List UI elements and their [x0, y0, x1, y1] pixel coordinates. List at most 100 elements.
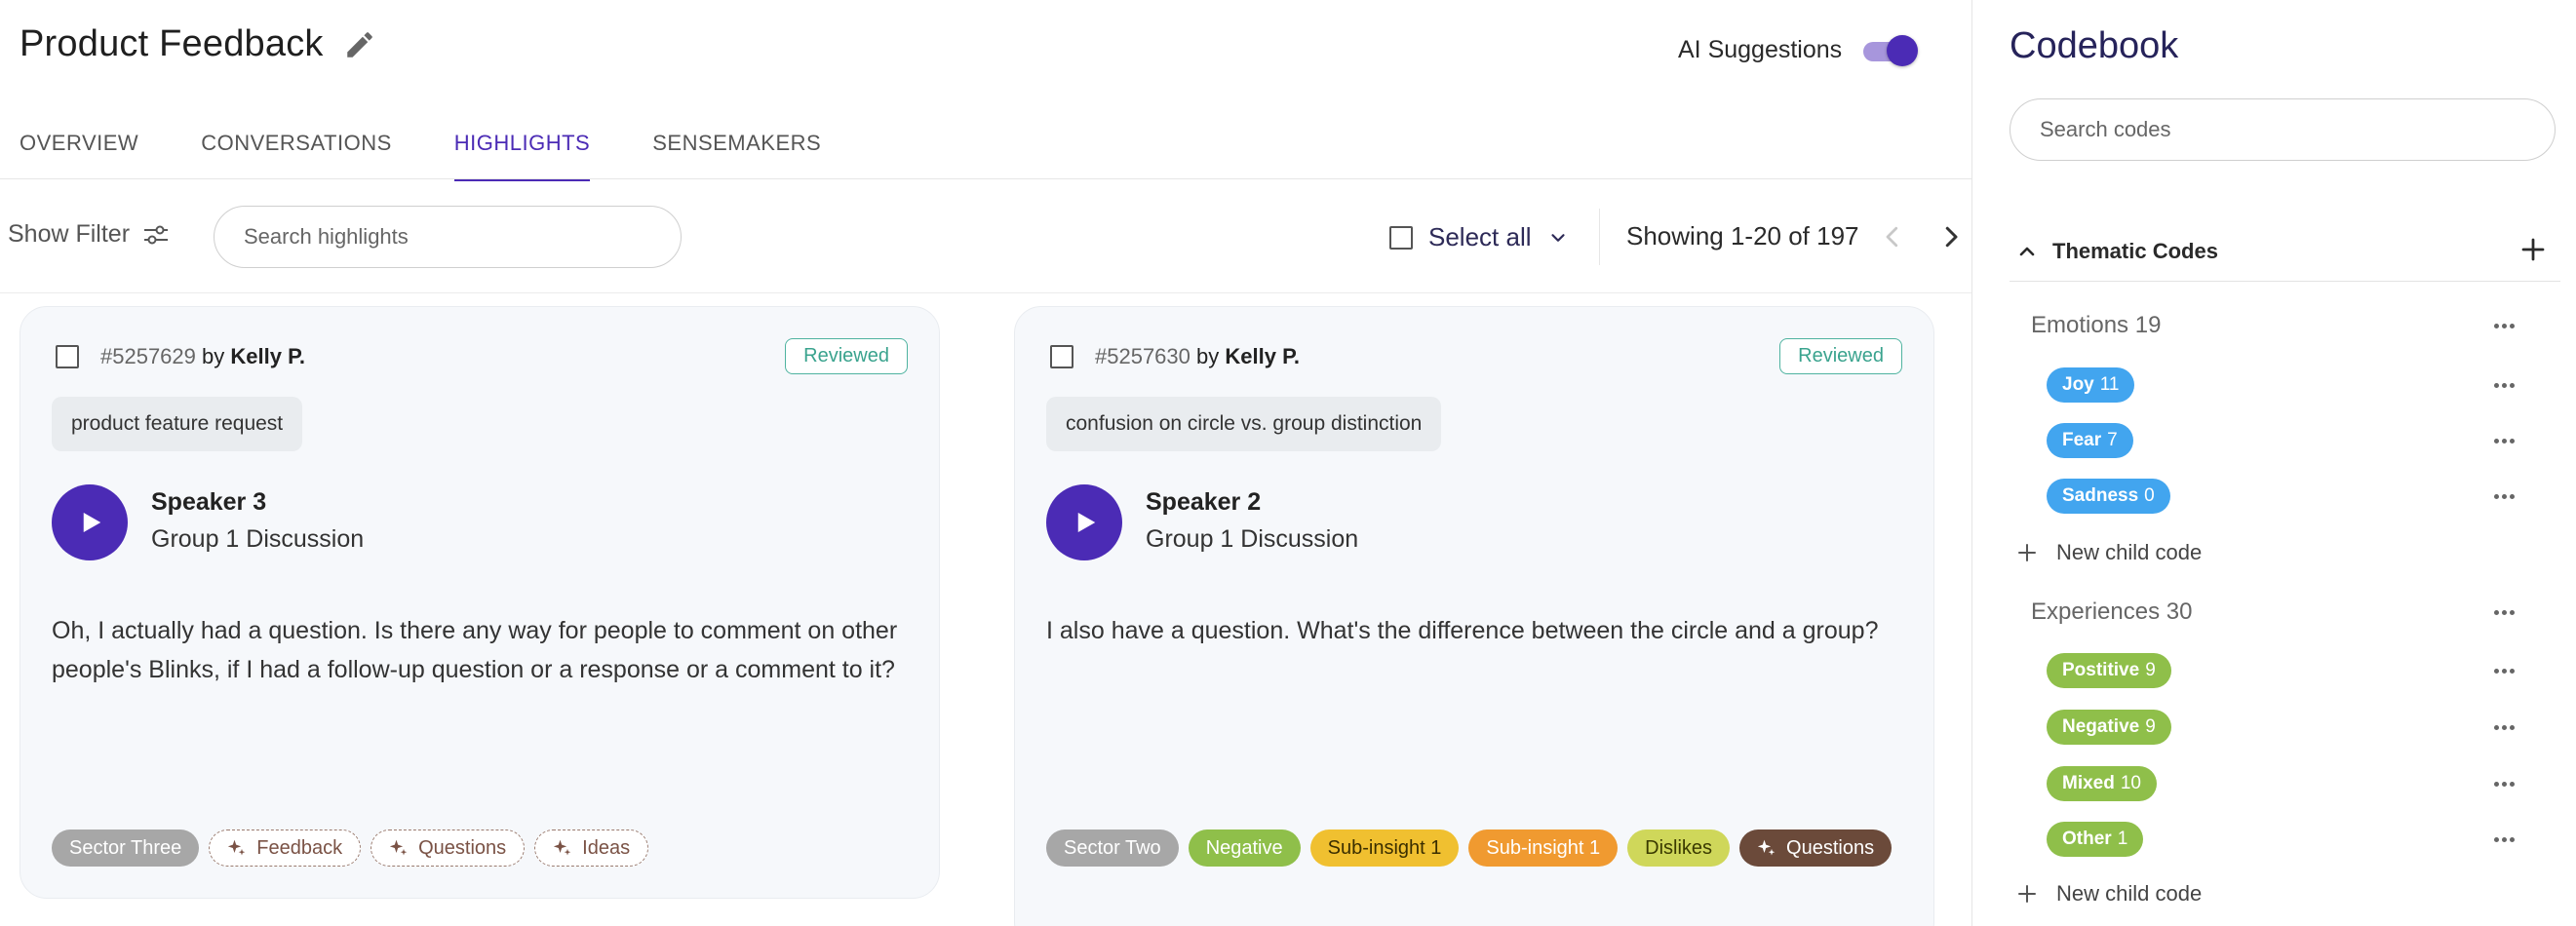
code-count: 1 [2117, 829, 2128, 849]
highlight-author: Kelly P. [230, 344, 306, 368]
more-options-icon[interactable] [2489, 830, 2518, 849]
code-chip-positive[interactable]: Postitive 9 [2047, 653, 2171, 688]
sparkle-icon [228, 839, 246, 856]
tag-label: Dislikes [1645, 836, 1713, 859]
ai-tag[interactable]: Feedback [209, 830, 362, 867]
code-chip-sadness[interactable]: Sadness 0 [2047, 479, 2170, 514]
filter-sliders-icon [144, 225, 169, 244]
tag-row: Sector Two Negative Sub-insight 1 Sub-in… [1046, 830, 1904, 867]
tag-label: Sector Two [1064, 836, 1161, 859]
code-group-count: 19 [2134, 312, 2162, 338]
more-options-icon[interactable] [2489, 316, 2518, 335]
highlight-card[interactable]: #5257629 by Kelly P. Reviewed product fe… [20, 306, 940, 899]
toolbar-bottom-divider [0, 292, 1971, 293]
title-row: Product Feedback [20, 23, 378, 65]
tab-highlights[interactable]: HIGHLIGHTS [453, 111, 591, 181]
highlight-text: I also have a question. What's the diffe… [1046, 617, 1879, 644]
play-button[interactable] [52, 484, 128, 560]
card-header: #5257630 by Kelly P. [1050, 344, 1300, 369]
more-options-icon[interactable] [2489, 774, 2518, 793]
code-count: 9 [2145, 660, 2156, 680]
highlight-meta: #5257630 by Kelly P. [1095, 344, 1300, 369]
sparkle-icon [389, 839, 408, 856]
code-group-emotions[interactable]: Emotions 19 [2031, 312, 2161, 339]
ai-suggestions-label: AI Suggestions [1678, 35, 1843, 63]
more-options-icon[interactable] [2489, 602, 2518, 622]
thematic-codes-header[interactable]: Thematic Codes [2015, 227, 2561, 276]
code-chip-other[interactable]: Other 1 [2047, 822, 2144, 857]
next-page-button[interactable] [1936, 222, 1966, 251]
tag-label: Feedback [256, 836, 343, 859]
chevron-right-icon [1945, 226, 1958, 248]
previous-page-button[interactable] [1878, 222, 1907, 251]
more-options-icon[interactable] [2489, 486, 2518, 506]
code-group-name: Emotions [2031, 312, 2129, 338]
ai-tag[interactable]: Questions [371, 830, 526, 867]
code-name: Fear [2062, 430, 2102, 450]
chevron-left-icon [1886, 226, 1898, 248]
code-chip-mixed[interactable]: Mixed 10 [2047, 766, 2157, 801]
code-name: Other [2062, 829, 2112, 849]
more-options-icon[interactable] [2489, 431, 2518, 450]
ai-suggestions-control: AI Suggestions [1678, 33, 1920, 66]
chevron-down-icon[interactable] [1547, 227, 1569, 249]
tag[interactable]: Sector Three [52, 830, 200, 867]
tab-sensemakers[interactable]: SENSEMAKERS [652, 111, 821, 179]
code-group-count: 30 [2166, 598, 2193, 625]
highlight-card[interactable]: #5257630 by Kelly P. Reviewed confusion … [1014, 306, 1934, 926]
code-chip-negative[interactable]: Negative 9 [2047, 710, 2171, 745]
select-all-control[interactable]: Select all [1389, 222, 1569, 252]
select-all-label: Select all [1428, 222, 1532, 251]
play-button[interactable] [1046, 484, 1122, 560]
new-child-code-button[interactable]: New child code [2015, 881, 2202, 907]
more-options-icon[interactable] [2489, 661, 2518, 680]
tag[interactable]: Negative [1188, 830, 1301, 867]
code-name: Sadness [2062, 485, 2139, 506]
more-options-icon[interactable] [2489, 375, 2518, 395]
select-all-checkbox[interactable] [1389, 225, 1413, 250]
search-highlights-input[interactable] [214, 206, 682, 268]
topic-chip: confusion on circle vs. group distinctio… [1046, 397, 1442, 451]
tag[interactable]: Sub-insight 1 [1468, 830, 1619, 867]
code-name: Mixed [2062, 773, 2115, 793]
toggle-knob [1887, 35, 1919, 66]
tab-conversations[interactable]: CONVERSATIONS [201, 111, 392, 179]
new-child-code-button[interactable]: New child code [2015, 540, 2202, 565]
highlights-toolbar: Show Filter Select all Showing 1-20 of 1… [0, 179, 1971, 292]
tag-label: Ideas [582, 836, 631, 859]
highlight-checkbox[interactable] [56, 345, 79, 368]
new-child-label: New child code [2056, 540, 2203, 564]
pencil-icon [346, 31, 372, 58]
reviewed-badge[interactable]: Reviewed [1779, 338, 1902, 374]
ai-tag[interactable]: Questions [1739, 830, 1893, 867]
tag[interactable]: Sub-insight 1 [1309, 830, 1460, 867]
code-chip-fear[interactable]: Fear 7 [2047, 423, 2133, 458]
edit-title-button[interactable] [341, 26, 378, 63]
speaker-name: Speaker 2 [1146, 488, 1262, 516]
code-group-experiences[interactable]: Experiences 30 [2031, 598, 2192, 626]
more-options-icon[interactable] [2489, 717, 2518, 737]
highlight-checkbox[interactable] [1050, 345, 1073, 368]
plus-icon [2018, 544, 2036, 561]
pagination-summary: Showing 1-20 of 197 [1626, 221, 1859, 251]
show-filter-button[interactable]: Show Filter [8, 220, 169, 249]
code-chip-joy[interactable]: Joy 11 [2047, 367, 2135, 403]
speaker-group: Group 1 Discussion [151, 525, 365, 553]
chevron-up-icon[interactable] [2015, 240, 2039, 263]
add-code-icon[interactable] [2518, 235, 2548, 264]
sparkle-icon [553, 839, 571, 856]
speaker-name: Speaker 3 [151, 488, 267, 516]
thematic-divider [2010, 281, 2560, 282]
code-count: 10 [2120, 773, 2141, 793]
ai-tag[interactable]: Ideas [534, 830, 649, 867]
tag[interactable]: Sector Two [1046, 830, 1179, 867]
search-codes-input[interactable] [2010, 98, 2556, 161]
reviewed-badge[interactable]: Reviewed [785, 338, 908, 374]
new-child-label: New child code [2056, 881, 2203, 906]
ai-suggestions-toggle[interactable] [1861, 33, 1920, 66]
code-name: Joy [2062, 374, 2094, 395]
highlight-meta: #5257629 by Kelly P. [100, 344, 305, 369]
tag-label: Questions [1786, 836, 1875, 859]
tab-overview[interactable]: OVERVIEW [20, 111, 138, 179]
tag[interactable]: Dislikes [1627, 830, 1731, 867]
